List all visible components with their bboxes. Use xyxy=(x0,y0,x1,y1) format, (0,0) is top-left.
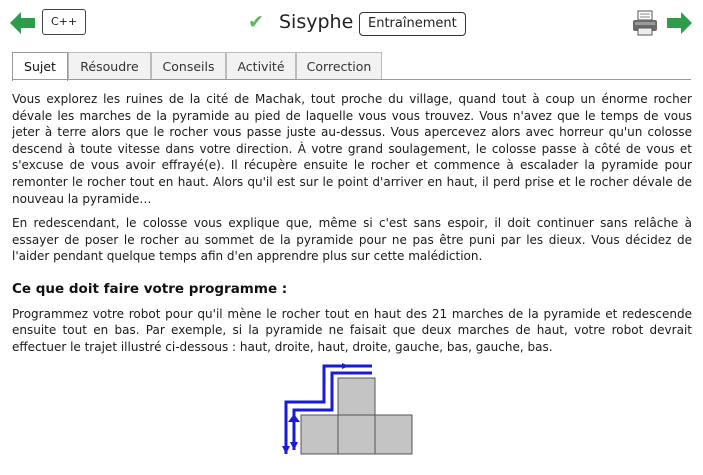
arrow-head-icon xyxy=(290,442,298,450)
language-selector[interactable]: C++ xyxy=(42,9,86,35)
page-title: Sisyphe xyxy=(279,11,354,33)
arrow-head-icon xyxy=(342,363,349,369)
pyramid-block xyxy=(300,414,339,455)
header-bar: C++ ✔ Sisyphe Entraînement xyxy=(0,0,703,48)
tab-conseils[interactable]: Conseils xyxy=(151,52,226,80)
tab-correction[interactable]: Correction xyxy=(296,52,382,80)
mode-badge[interactable]: Entraînement xyxy=(359,12,466,36)
tab-sujet[interactable]: Sujet xyxy=(12,52,68,81)
next-arrow-icon[interactable] xyxy=(666,12,692,34)
tab-resoudre[interactable]: Résoudre xyxy=(68,52,151,80)
subject-content: Vous explorez les ruines de la cité de M… xyxy=(12,91,692,363)
pyramid-block xyxy=(337,414,376,455)
task-paragraph: Programmez votre robot pour qu'il mène l… xyxy=(12,306,692,354)
tabs-divider xyxy=(12,79,691,80)
pyramid-path-diagram xyxy=(282,363,413,455)
prev-arrow-icon[interactable] xyxy=(10,12,36,34)
section-heading: Ce que doit faire votre programme : xyxy=(12,280,288,297)
pyramid-top-block xyxy=(337,377,376,416)
check-icon: ✔ xyxy=(248,11,264,33)
pyramid-block xyxy=(374,414,413,455)
arrow-head-icon xyxy=(282,446,290,454)
arrow-head-icon xyxy=(288,414,300,422)
intro-paragraph: Vous explorez les ruines de la cité de M… xyxy=(12,92,692,206)
printer-icon[interactable] xyxy=(632,10,658,36)
story-paragraph: En redescendant, le colosse vous expliqu… xyxy=(12,216,692,264)
tab-activite[interactable]: Activité xyxy=(226,52,296,80)
